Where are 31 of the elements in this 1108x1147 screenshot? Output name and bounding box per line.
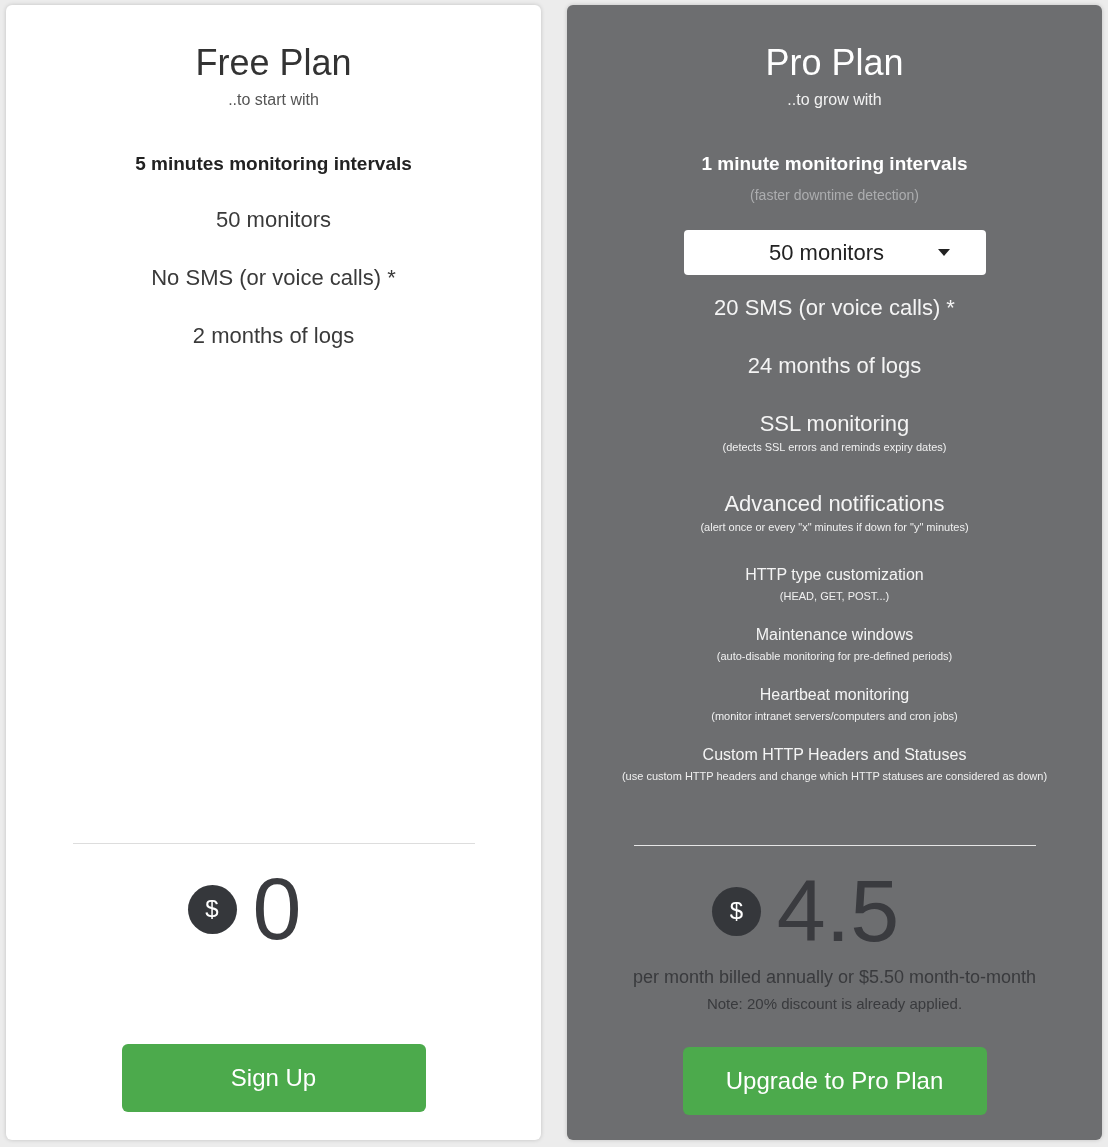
feature-note: (alert once or every "x" minutes if down for "y" minutes) xyxy=(700,520,969,535)
feature-label: No SMS (or voice calls) * xyxy=(151,264,396,292)
caret-down-icon xyxy=(937,249,950,256)
plan-title: Free Plan xyxy=(195,41,352,85)
monitor-count-select[interactable]: 50 monitors xyxy=(683,230,986,275)
feature-headline: 5 minutes monitoring intervals xyxy=(135,152,412,176)
currency-symbol: $ xyxy=(187,884,237,934)
plan-action-button[interactable]: Upgrade to Pro Plan xyxy=(682,1047,987,1115)
plan-subtitle: ..to grow with xyxy=(787,90,882,110)
feature-note: (use custom HTTP headers and change which HTTP statuses are considered as down) xyxy=(621,769,1048,784)
price-amount: 0 xyxy=(252,859,302,959)
feature-label: 50 monitors xyxy=(216,206,331,234)
feature-headline: 1 minute monitoring intervals xyxy=(701,152,968,176)
feature-label: SSL monitoring xyxy=(759,410,910,438)
plan-title: Pro Plan xyxy=(765,41,904,85)
feature-label: 2 months of logs xyxy=(192,322,355,350)
feature-note: (faster downtime detection) xyxy=(750,186,919,205)
plan-subtitle: ..to start with xyxy=(228,90,319,110)
feature-label: Advanced notifications xyxy=(724,490,945,518)
feature-label: 24 months of logs xyxy=(747,352,922,380)
feature-label: 20 SMS (or voice calls) * xyxy=(714,294,955,322)
feature-label: Custom HTTP Headers and Statuses xyxy=(702,745,967,765)
feature-label: Heartbeat monitoring xyxy=(759,685,910,705)
feature-label: HTTP type customization xyxy=(745,565,924,585)
feature-note: (detects SSL errors and reminds expiry dates) xyxy=(722,440,947,455)
currency-symbol: $ xyxy=(711,886,761,936)
plan-action-button[interactable]: Sign Up xyxy=(121,1044,426,1112)
feature-note: (monitor intranet servers/computers and cron jobs) xyxy=(711,709,958,724)
feature-label: Maintenance windows xyxy=(755,625,914,645)
feature-note: (HEAD, GET, POST...) xyxy=(779,589,890,604)
feature-note: (auto-disable monitoring for pre-defined periods) xyxy=(716,649,953,664)
